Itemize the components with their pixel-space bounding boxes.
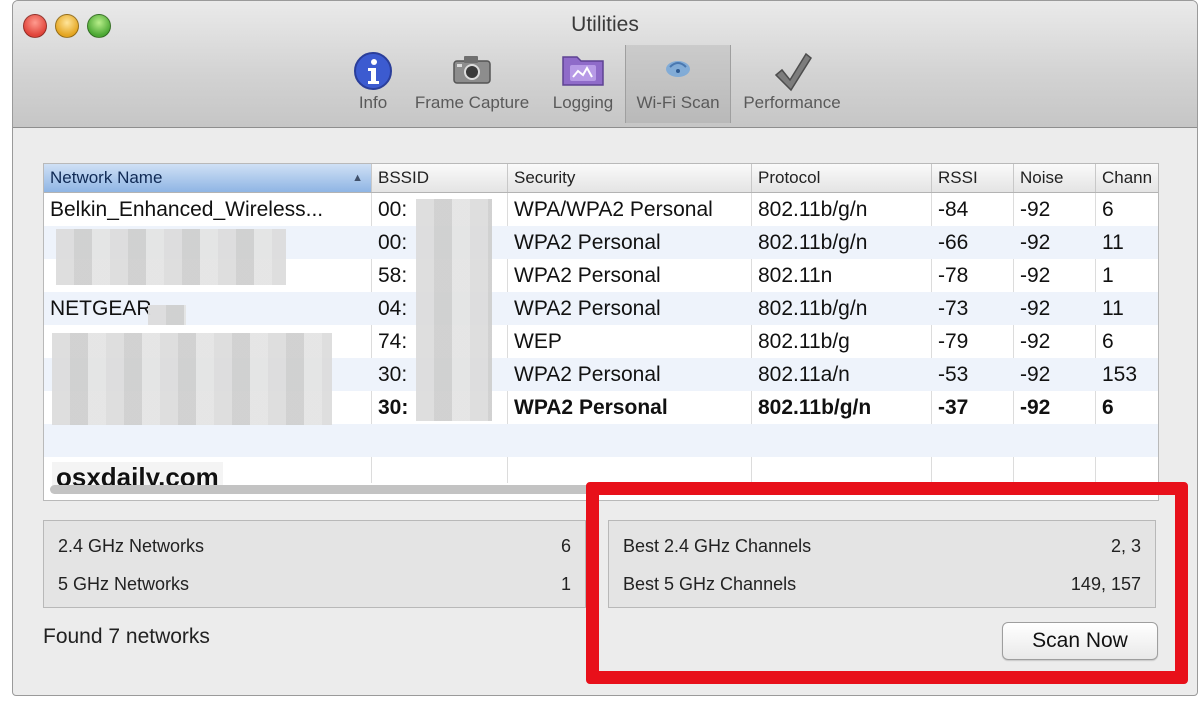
toolbar-info-button[interactable]: Info — [343, 45, 403, 123]
wifi-scan-icon — [656, 51, 700, 90]
ghz5-networks-label: 5 GHz Networks — [58, 574, 190, 594]
cell-channel: 6 — [1102, 330, 1114, 353]
cell-channel: 6 — [1102, 198, 1114, 221]
column-header-channel[interactable]: Chann — [1096, 164, 1158, 192]
camera-icon — [450, 51, 494, 92]
sort-ascending-icon: ▲ — [352, 172, 363, 184]
toolbar-info-label: Info — [358, 93, 388, 112]
cell-security: WPA2 Personal — [514, 363, 661, 386]
cell-protocol: 802.11b/g/n — [758, 198, 868, 221]
best-5ghz-channels-label: Best 5 GHz Channels — [623, 574, 797, 594]
toolbar: Info Frame Capture Logging Wi-Fi Scan Pe… — [343, 45, 853, 123]
cell-rssi: -53 — [938, 363, 969, 386]
toolbar-performance-button[interactable]: Performance — [731, 45, 853, 123]
toolbar-wifi-scan-button[interactable]: Wi-Fi Scan — [625, 45, 731, 123]
cell-security: WPA/WPA2 Personal — [514, 198, 713, 221]
cell-channel: 11 — [1102, 297, 1124, 320]
cell-noise: -92 — [1020, 396, 1051, 419]
redacted-network-name — [52, 333, 332, 425]
cell-noise: -92 — [1020, 330, 1051, 353]
column-header-label: Network Name — [50, 168, 163, 187]
redacted-bssid — [416, 199, 492, 421]
cell-noise: -92 — [1020, 297, 1051, 320]
cell-protocol: 802.11b/g/n — [758, 396, 872, 419]
cell-rssi: -73 — [938, 297, 969, 320]
toolbar-logging-button[interactable]: Logging — [541, 45, 625, 123]
cell-protocol: 802.11n — [758, 264, 833, 287]
title-bar: Utilities Info Frame Capture Logging Wi-… — [13, 1, 1197, 128]
cell-channel: 153 — [1102, 363, 1138, 386]
toolbar-wifi-scan-label: Wi-Fi Scan — [636, 93, 720, 112]
window-title: Utilities — [571, 13, 639, 36]
table-header: Network Name ▲ BSSID Security Protocol R… — [44, 164, 1158, 193]
best-5ghz-channels-value: 149, 157 — [1070, 574, 1141, 594]
utilities-window: Utilities Info Frame Capture Logging Wi-… — [12, 0, 1198, 696]
toolbar-frame-capture-button[interactable]: Frame Capture — [403, 45, 541, 123]
ghz5-networks-value: 1 — [560, 574, 571, 594]
toolbar-logging-label: Logging — [552, 93, 614, 112]
cell-protocol: 802.11a/n — [758, 363, 850, 386]
column-header-noise[interactable]: Noise — [1014, 164, 1096, 192]
redacted-network-name — [148, 305, 186, 325]
table-row[interactable]: Belkin_Enhanced_Wireless... 00: WPA/WPA2… — [44, 193, 1158, 226]
cell-security: WPA2 Personal — [514, 396, 668, 419]
cell-network-name: Belkin_Enhanced_Wireless... — [50, 198, 324, 221]
cell-rssi: -84 — [938, 198, 969, 221]
table-row[interactable]: NETGEAR 04: WPA2 Personal 802.11b/g/n -7… — [44, 292, 1158, 325]
cell-security: WPA2 Personal — [514, 264, 661, 287]
horizontal-scrollbar[interactable] — [50, 485, 852, 494]
ghz24-networks-value: 6 — [560, 536, 571, 556]
cell-noise: -92 — [1020, 231, 1051, 254]
cell-channel: 6 — [1102, 396, 1114, 419]
info-icon — [353, 51, 393, 96]
networks-table: Network Name ▲ BSSID Security Protocol R… — [43, 163, 1159, 501]
column-header-protocol[interactable]: Protocol — [752, 164, 932, 192]
column-header-network-name[interactable]: Network Name ▲ — [44, 164, 372, 192]
cell-rssi: -78 — [938, 264, 969, 287]
cell-rssi: -79 — [938, 330, 969, 353]
cell-security: WPA2 Personal — [514, 297, 661, 320]
cell-security: WPA2 Personal — [514, 231, 661, 254]
network-count-panel: 2.4 GHz Networks 6 5 GHz Networks 1 — [43, 520, 586, 608]
logging-folder-icon — [560, 51, 606, 94]
cell-protocol: 802.11b/g/n — [758, 231, 868, 254]
cell-protocol: 802.11b/g — [758, 330, 850, 353]
best-5ghz-channels: Best 5 GHz Channels 149, 157 — [623, 569, 1141, 599]
best-24ghz-channels-value: 2, 3 — [1110, 536, 1141, 556]
toolbar-frame-capture-label: Frame Capture — [414, 93, 530, 112]
scan-now-button[interactable]: Scan Now — [1002, 622, 1158, 660]
cell-security: WEP — [514, 330, 562, 353]
best-24ghz-channels-label: Best 2.4 GHz Channels — [623, 536, 812, 556]
best-channels-panel: Best 2.4 GHz Channels 2, 3 Best 5 GHz Ch… — [608, 520, 1156, 608]
table-row-empty — [44, 424, 1158, 457]
redacted-network-name — [56, 229, 286, 285]
wifi-scan-pane: Network Name ▲ BSSID Security Protocol R… — [13, 128, 1197, 695]
column-header-security[interactable]: Security — [508, 164, 752, 192]
cell-rssi: -66 — [938, 231, 969, 254]
ghz24-network-count: 2.4 GHz Networks 6 — [58, 531, 571, 561]
ghz24-networks-label: 2.4 GHz Networks — [58, 536, 205, 556]
cell-rssi: -37 — [938, 396, 969, 419]
cell-channel: 1 — [1102, 264, 1114, 287]
found-networks-status: Found 7 networks — [43, 625, 210, 648]
cell-channel: 11 — [1102, 231, 1124, 254]
column-header-bssid[interactable]: BSSID — [372, 164, 508, 192]
cell-noise: -92 — [1020, 264, 1051, 287]
ghz5-network-count: 5 GHz Networks 1 — [58, 569, 571, 599]
cell-noise: -92 — [1020, 198, 1051, 221]
checkmark-icon — [770, 51, 814, 100]
best-24ghz-channels: Best 2.4 GHz Channels 2, 3 — [623, 531, 1141, 561]
column-header-rssi[interactable]: RSSI — [932, 164, 1014, 192]
cell-network-name: NETGEAR — [50, 297, 152, 320]
cell-noise: -92 — [1020, 363, 1051, 386]
cell-protocol: 802.11b/g/n — [758, 297, 868, 320]
